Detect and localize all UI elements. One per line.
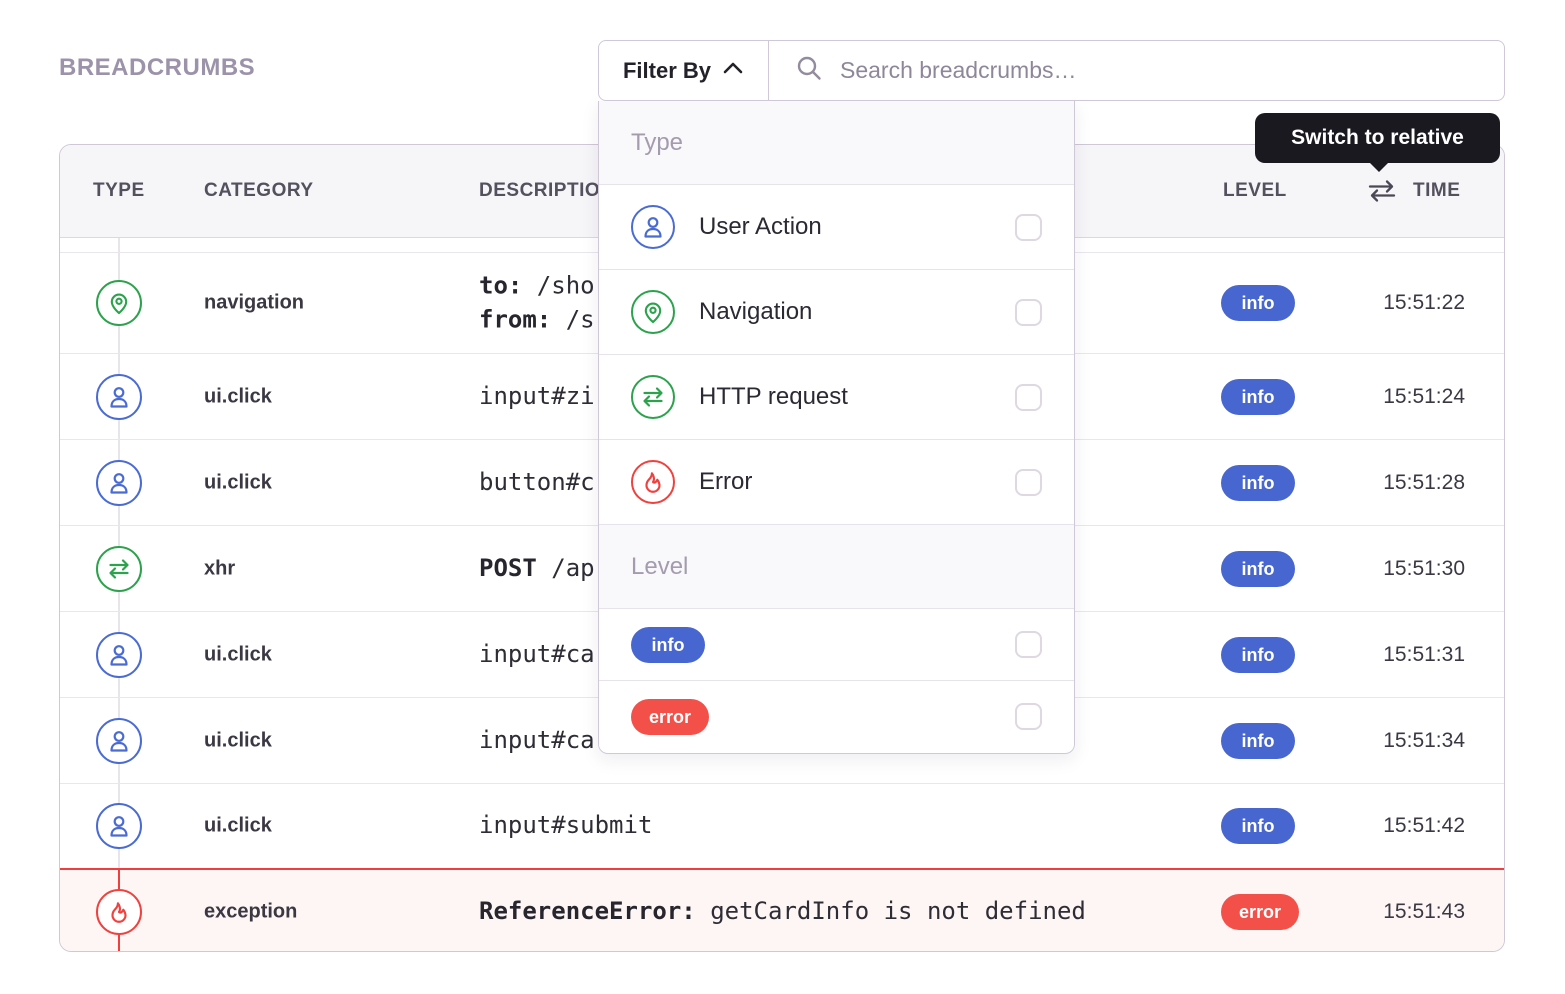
breadcrumb-description: ReferenceError: getCardInfo is not defin… (479, 895, 1086, 929)
breadcrumb-category: ui.click (204, 815, 272, 838)
filter-option-label: Navigation (699, 298, 991, 326)
breadcrumb-time: 15:51:34 (1300, 729, 1465, 753)
level-badge: info (1221, 551, 1295, 587)
filter-section-level: Level (599, 525, 1074, 609)
column-header-category: CATEGORY (204, 180, 314, 202)
table-row-exception[interactable]: exception ReferenceError: getCardInfo is… (60, 868, 1504, 952)
breadcrumb-description: POST /ap (479, 552, 595, 586)
breadcrumb-time: 15:51:42 (1300, 814, 1465, 838)
user-icon (96, 718, 142, 764)
column-header-description: DESCRIPTION (479, 180, 614, 202)
breadcrumb-description: to: /shofrom: /s (479, 269, 595, 336)
navigation-pin-icon (631, 290, 675, 334)
breadcrumb-time: 15:51:24 (1300, 385, 1465, 409)
level-badge: info (631, 627, 705, 663)
level-badge: info (1221, 379, 1295, 415)
breadcrumb-category: navigation (204, 292, 304, 315)
user-icon (96, 632, 142, 678)
level-badge: info (1221, 808, 1295, 844)
filter-dropdown: Type User Action Navigation HTTP request (598, 101, 1075, 754)
chevron-up-icon (722, 61, 744, 80)
checkbox-http-request[interactable] (1015, 384, 1042, 411)
level-badge: error (1221, 894, 1299, 930)
breadcrumb-description: input#submit (479, 809, 652, 843)
tooltip: Switch to relative (1255, 113, 1500, 163)
breadcrumb-category: ui.click (204, 385, 272, 408)
checkbox-error-type[interactable] (1015, 469, 1042, 496)
filter-option-user-action[interactable]: User Action (599, 185, 1074, 270)
checkbox-user-action[interactable] (1015, 214, 1042, 241)
filter-by-button[interactable]: Filter By (599, 41, 769, 100)
level-badge: error (631, 699, 709, 735)
breadcrumb-description: button#c (479, 466, 595, 500)
user-icon (96, 803, 142, 849)
flame-icon (631, 460, 675, 504)
level-badge: info (1221, 465, 1295, 501)
column-header-time: TIME (1413, 180, 1460, 202)
breadcrumbs-toolbar: Filter By (598, 40, 1505, 101)
search-icon (795, 54, 823, 87)
filter-by-label: Filter By (623, 58, 711, 84)
level-badge: info (1221, 637, 1295, 673)
breadcrumb-category: exception (204, 900, 297, 923)
breadcrumb-time: 15:51:31 (1300, 643, 1465, 667)
filter-option-label: HTTP request (699, 383, 991, 411)
level-badge: info (1221, 723, 1295, 759)
filter-section-type: Type (599, 101, 1074, 185)
filter-option-level-info[interactable]: info (599, 609, 1074, 681)
breadcrumb-description: input#zi (479, 380, 595, 414)
search-input[interactable] (840, 57, 1504, 84)
column-header-level: LEVEL (1223, 180, 1287, 202)
breadcrumb-category: ui.click (204, 643, 272, 666)
filter-option-navigation[interactable]: Navigation (599, 270, 1074, 355)
breadcrumb-category: ui.click (204, 729, 272, 752)
checkbox-level-error[interactable] (1015, 703, 1042, 730)
swap-arrows-icon[interactable] (1366, 178, 1398, 204)
checkbox-navigation[interactable] (1015, 299, 1042, 326)
breadcrumb-category: xhr (204, 557, 235, 580)
filter-option-error[interactable]: Error (599, 440, 1074, 525)
column-header-type: TYPE (93, 180, 145, 202)
breadcrumb-category: ui.click (204, 471, 272, 494)
breadcrumb-time: 15:51:30 (1300, 557, 1465, 581)
breadcrumb-description: input#ca (479, 724, 595, 758)
filter-option-label: Error (699, 468, 991, 496)
flame-icon (96, 889, 142, 935)
breadcrumb-description: input#ca (479, 638, 595, 672)
filter-option-label: User Action (699, 213, 991, 241)
search-bar (769, 41, 1504, 100)
checkbox-level-info[interactable] (1015, 631, 1042, 658)
level-badge: info (1221, 285, 1295, 321)
http-request-icon (96, 546, 142, 592)
filter-option-level-error[interactable]: error (599, 681, 1074, 752)
table-row[interactable]: ui.click input#submit info 15:51:42 (60, 784, 1504, 868)
user-icon (96, 460, 142, 506)
http-request-icon (631, 375, 675, 419)
page-title: BREADCRUMBS (59, 54, 255, 82)
navigation-pin-icon (96, 280, 142, 326)
user-icon (631, 205, 675, 249)
breadcrumb-time: 15:51:28 (1300, 471, 1465, 495)
filter-option-http-request[interactable]: HTTP request (599, 355, 1074, 440)
user-icon (96, 374, 142, 420)
breadcrumb-time: 15:51:22 (1300, 291, 1465, 315)
breadcrumb-time: 15:51:43 (1300, 900, 1465, 924)
tooltip-text: Switch to relative (1291, 126, 1464, 150)
